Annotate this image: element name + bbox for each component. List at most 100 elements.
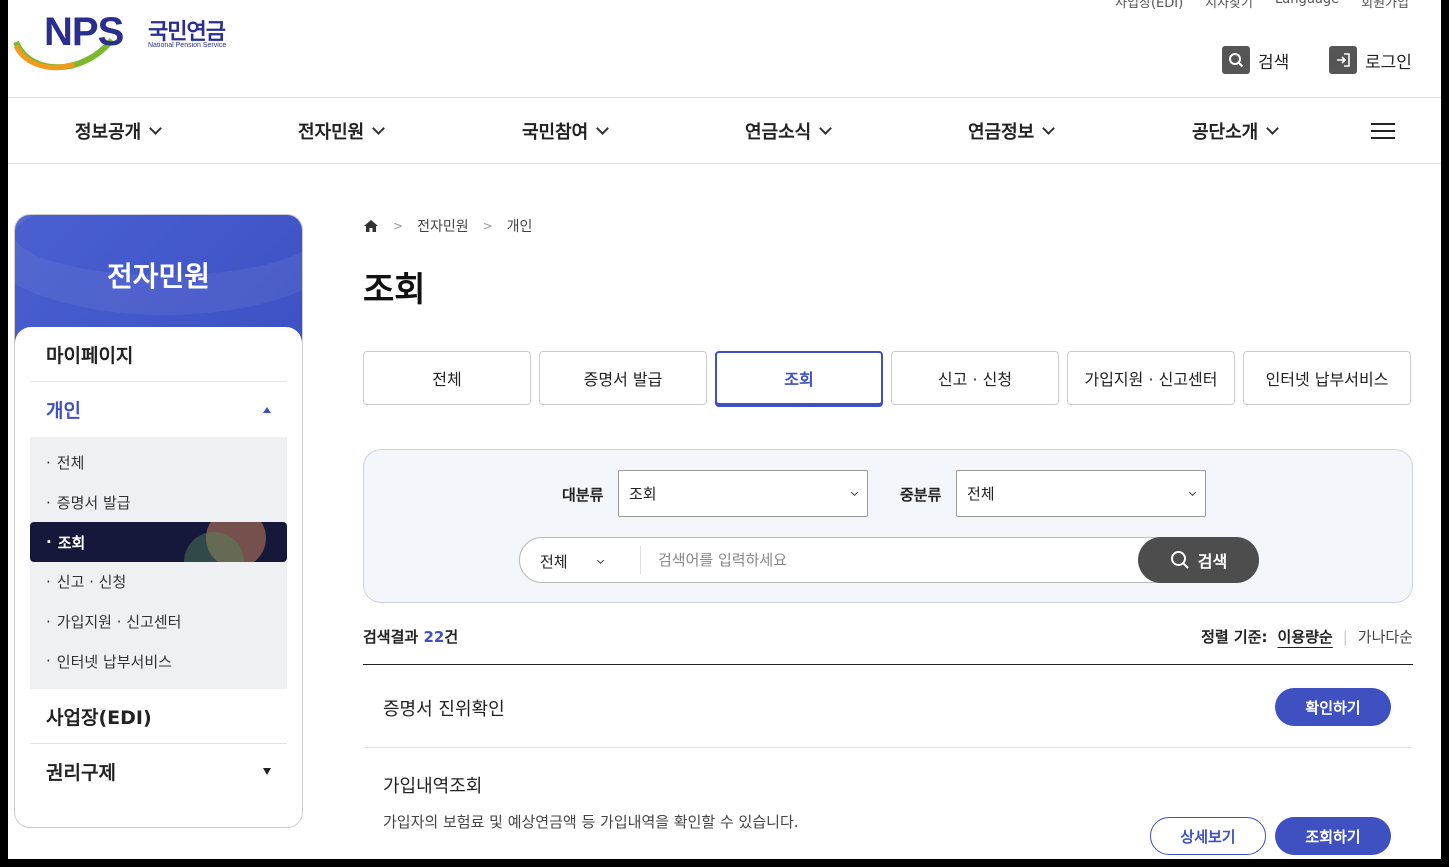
tab-report[interactable]: 신고 · 신청 — [891, 351, 1059, 405]
sort-options: 정렬 기준: 이용량순 | 가나다순 — [1201, 626, 1413, 647]
gnb-label: 공단소개 — [1192, 122, 1259, 143]
sort-label: 정렬 기준: — [1201, 628, 1268, 646]
search-scope-select[interactable]: 전체 — [540, 551, 604, 572]
side-nav-label: 마이페이지 — [46, 344, 134, 367]
gnb-item-participation[interactable]: 국민참여 — [522, 118, 610, 144]
hamburger-menu-icon[interactable] — [1371, 123, 1395, 140]
util-link-branch[interactable]: 지사찾기 — [1205, 0, 1253, 11]
list-item: 증명서 진위확인 확인하기 — [363, 665, 1413, 748]
search-bar: 전체 검색 — [519, 537, 1259, 583]
gnb-item-pension-news[interactable]: 연금소식 — [745, 118, 833, 144]
logo-english: National Pension Service — [148, 42, 227, 49]
tab-all[interactable]: 전체 — [363, 351, 531, 405]
side-nav-label: 사업장(EDI) — [46, 706, 152, 729]
header-login-button[interactable]: 로그인 — [1329, 46, 1412, 74]
chevron-down-icon — [596, 122, 610, 135]
logo[interactable]: NPS 국민연금 National Pension Service — [12, 6, 252, 76]
tab-certificate[interactable]: 증명서 발급 — [539, 351, 707, 405]
breadcrumb-item[interactable]: 개인 — [507, 216, 533, 236]
side-nav-item-edi[interactable]: 사업장(EDI) — [30, 689, 287, 745]
side-nav-sub-certificate[interactable]: · 증명서 발급 — [30, 483, 287, 523]
category-select[interactable]: 조회 — [618, 470, 868, 517]
list-item: 가입내역조회 가입자의 보험료 및 예상연금액 등 가입내역을 확인할 수 있습… — [363, 748, 1413, 859]
gnb-label: 전자민원 — [298, 122, 365, 143]
side-nav-sub-payment[interactable]: · 인터넷 납부서비스 — [30, 641, 287, 681]
gnb-label: 정보공개 — [75, 122, 142, 143]
search-scope-value: 전체 — [540, 553, 568, 571]
chevron-down-icon — [596, 556, 604, 564]
inquire-button[interactable]: 조회하기 — [1275, 817, 1391, 855]
page-title: 조회 — [363, 270, 426, 310]
breadcrumb: > 전자민원 > 개인 — [363, 216, 532, 236]
gnb-item-pension-info[interactable]: 연금정보 — [968, 118, 1056, 144]
search-button-label: 검색 — [1197, 552, 1228, 571]
side-nav: 전자민원 마이페이지 개인 · 전체 · 증명서 발급 · 조회 · 신고 · 신청 ·… — [14, 214, 303, 828]
subcategory-label: 중분류 — [900, 486, 942, 504]
gnb-item-e-civil[interactable]: 전자민원 — [298, 118, 386, 144]
sort-by-alphabet[interactable]: 가나다순 — [1358, 626, 1413, 647]
gnb-item-about[interactable]: 공단소개 — [1192, 118, 1280, 144]
detail-button[interactable]: 상세보기 — [1150, 817, 1266, 855]
list-item-title[interactable]: 증명서 진위확인 — [383, 695, 505, 721]
category-tabs: 전체 증명서 발급 조회 신고 · 신청 가입지원 · 신고센터 인터넷 납부서… — [363, 351, 1413, 405]
category-label: 대분류 — [562, 486, 604, 504]
search-icon — [1170, 551, 1189, 569]
side-nav-title: 전자민원 — [106, 260, 211, 293]
side-nav-sub-inquiry[interactable]: · 조회 — [30, 522, 287, 563]
result-count: 검색결과 22건 — [363, 626, 458, 647]
caret-down-icon — [263, 768, 271, 776]
search-button[interactable]: 검색 — [1138, 537, 1259, 583]
verify-button[interactable]: 확인하기 — [1275, 688, 1391, 726]
side-nav-sub-all[interactable]: · 전체 — [30, 443, 287, 483]
page-frame: NPS 국민연금 National Pension Service 사업장(ED… — [8, 0, 1441, 859]
tab-payment[interactable]: 인터넷 납부서비스 — [1243, 351, 1411, 405]
list-item-description: 가입자의 보험료 및 예상연금액 등 가입내역을 확인할 수 있습니다. — [383, 813, 799, 831]
gnb-label: 연금정보 — [968, 122, 1035, 143]
tab-inquiry[interactable]: 조회 — [715, 351, 883, 405]
side-nav-submenu: · 전체 · 증명서 발급 · 조회 · 신고 · 신청 · 가입지원 · 신고센터 · 인… — [30, 437, 287, 690]
side-nav-sub-label: 가입지원 · 신고센터 — [56, 613, 182, 632]
util-link-language[interactable]: Language — [1275, 0, 1339, 11]
sort-by-usage[interactable]: 이용량순 — [1278, 626, 1333, 647]
side-nav-item-mypage[interactable]: 마이페이지 — [30, 327, 287, 382]
chevron-down-icon — [850, 488, 859, 496]
gnb-label: 국민참여 — [522, 122, 589, 143]
side-nav-item-personal[interactable]: 개인 — [30, 382, 287, 437]
chevron-down-icon — [1188, 488, 1197, 496]
side-nav-item-rights-relief[interactable]: 권리구제 — [30, 744, 287, 799]
chevron-down-icon — [1042, 122, 1056, 135]
side-nav-sub-label: 인터넷 납부서비스 — [56, 652, 172, 671]
search-icon — [1222, 46, 1250, 74]
login-icon — [1329, 46, 1357, 74]
tab-support-center[interactable]: 가입지원 · 신고센터 — [1067, 351, 1235, 405]
util-link-edi[interactable]: 사업장(EDI) — [1115, 0, 1183, 11]
side-nav-sub-report[interactable]: · 신고 · 신청 — [30, 562, 287, 602]
gnb-item-info-disclosure[interactable]: 정보공개 — [75, 118, 163, 144]
logo-text: NPS — [44, 10, 124, 54]
side-nav-label: 개인 — [46, 400, 81, 422]
chevron-down-icon — [149, 122, 163, 135]
category-select-value: 조회 — [629, 485, 657, 503]
side-nav-sub-label: 증명서 발급 — [56, 494, 131, 513]
side-nav-sub-label: 전체 — [56, 454, 85, 473]
header-search-button[interactable]: 검색 — [1222, 46, 1289, 74]
side-nav-body: 마이페이지 개인 · 전체 · 증명서 발급 · 조회 · 신고 · 신청 · 가입지원 … — [15, 327, 302, 827]
side-nav-sub-support-center[interactable]: · 가입지원 · 신고센터 — [30, 602, 287, 642]
subcategory-select-value: 전체 — [967, 485, 995, 503]
side-nav-sub-label: 신고 · 신청 — [56, 573, 127, 592]
breadcrumb-item[interactable]: 전자민원 — [417, 216, 469, 236]
util-link-signup[interactable]: 회원가입 — [1361, 0, 1409, 11]
chevron-down-icon — [372, 122, 386, 135]
gnb-label: 연금소식 — [745, 122, 812, 143]
chevron-down-icon — [1266, 122, 1280, 135]
home-icon[interactable] — [363, 218, 379, 234]
side-nav-label: 권리구제 — [46, 762, 116, 785]
list-item-title[interactable]: 가입내역조회 — [383, 772, 482, 798]
breadcrumb-separator-icon: > — [482, 219, 493, 233]
side-nav-sub-label: 조회 — [57, 533, 86, 552]
subcategory-select[interactable]: 전체 — [956, 470, 1206, 517]
result-label: 검색결과 — [363, 628, 419, 646]
caret-up-icon — [263, 406, 271, 413]
search-input[interactable] — [658, 546, 1128, 574]
utility-links: 사업장(EDI) 지사찾기 Language 회원가입 — [1115, 0, 1409, 11]
